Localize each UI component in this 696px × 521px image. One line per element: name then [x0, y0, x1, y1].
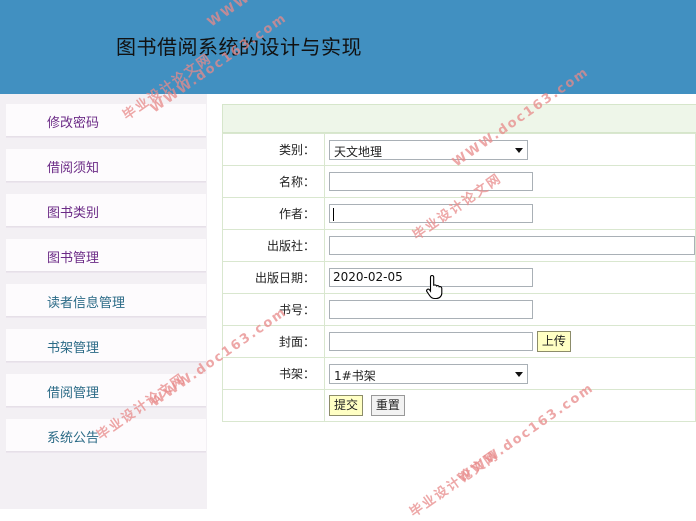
- form-row-pub-date: 出版日期： 2020-02-05: [222, 261, 696, 294]
- watermark-name: 毕业设计论文网: [407, 448, 502, 521]
- category-select[interactable]: 天文地理: [329, 139, 528, 160]
- reset-button[interactable]: 重置: [370, 395, 405, 416]
- form-row-name: 名称：: [222, 165, 696, 198]
- book-no-input[interactable]: [329, 300, 533, 319]
- form-panel: 类别： 天文地理 名称： 作者： 出版社： 出版日期： 2020-02-05 书: [222, 104, 696, 422]
- cover-label: 封面：: [222, 325, 325, 358]
- chevron-down-icon: [515, 147, 523, 153]
- sidebar-item-shelf-management[interactable]: 书架管理: [6, 329, 206, 362]
- sidebar-item-label: 系统公告: [47, 431, 100, 446]
- form-row-actions: 提交 重置: [222, 389, 696, 422]
- shelf-label: 书架：: [222, 357, 325, 390]
- shelf-select-value: 1#书架: [334, 368, 376, 383]
- submit-button[interactable]: 提交: [329, 395, 364, 416]
- sidebar-item-label: 借阅须知: [47, 161, 100, 176]
- sidebar-item-label: 借阅管理: [47, 386, 100, 401]
- sidebar-item-book-management[interactable]: 图书管理: [6, 239, 206, 272]
- author-label: 作者：: [222, 197, 325, 230]
- pub-date-label: 出版日期：: [222, 261, 325, 294]
- name-label: 名称：: [222, 165, 325, 198]
- text-caret: [333, 208, 334, 221]
- upload-button[interactable]: 上传: [536, 331, 571, 352]
- shelf-select[interactable]: 1#书架: [329, 363, 528, 384]
- form-header-bar: [222, 104, 696, 133]
- page-title: 图书借阅系统的设计与实现: [116, 35, 362, 59]
- sidebar-item-book-category[interactable]: 图书类别: [6, 194, 206, 227]
- form-row-category: 类别： 天文地理: [222, 133, 696, 166]
- sidebar-item-borrow-management[interactable]: 借阅管理: [6, 374, 206, 407]
- name-input[interactable]: [329, 172, 533, 191]
- form-row-author: 作者：: [222, 197, 696, 230]
- category-select-value: 天文地理: [334, 144, 383, 159]
- form-row-publisher: 出版社：: [222, 229, 696, 262]
- publisher-label: 出版社：: [222, 229, 325, 262]
- sidebar-item-label: 书架管理: [47, 341, 100, 356]
- sidebar-item-label: 图书管理: [47, 251, 100, 266]
- app-header: 图书借阅系统的设计与实现: [0, 0, 696, 94]
- category-label: 类别：: [222, 133, 325, 166]
- sidebar-item-label: 图书类别: [47, 206, 100, 221]
- form-row-shelf: 书架： 1#书架: [222, 357, 696, 390]
- sidebar-item-change-password[interactable]: 修改密码: [6, 104, 206, 137]
- actions-label-cell: [222, 389, 325, 422]
- publisher-input[interactable]: [329, 236, 695, 255]
- hand-pointer-icon: [426, 274, 443, 300]
- book-no-label: 书号：: [222, 293, 325, 326]
- sidebar-item-announcement[interactable]: 系统公告: [6, 419, 206, 452]
- sidebar-item-label: 修改密码: [47, 116, 100, 131]
- sidebar-item-label: 读者信息管理: [47, 296, 126, 311]
- author-input[interactable]: [329, 204, 533, 223]
- sidebar-item-reader-management[interactable]: 读者信息管理: [6, 284, 206, 317]
- form-row-book-no: 书号：: [222, 293, 696, 326]
- sidebar-item-borrow-notice[interactable]: 借阅须知: [6, 149, 206, 182]
- book-form-table: 类别： 天文地理 名称： 作者： 出版社： 出版日期： 2020-02-05 书: [222, 133, 696, 422]
- sidebar: 修改密码 借阅须知 图书类别 图书管理 读者信息管理 书架管理 借阅管理 系统公…: [0, 94, 207, 509]
- cover-input[interactable]: [329, 332, 533, 351]
- form-row-cover: 封面： 上传: [222, 325, 696, 358]
- chevron-down-icon: [515, 371, 523, 377]
